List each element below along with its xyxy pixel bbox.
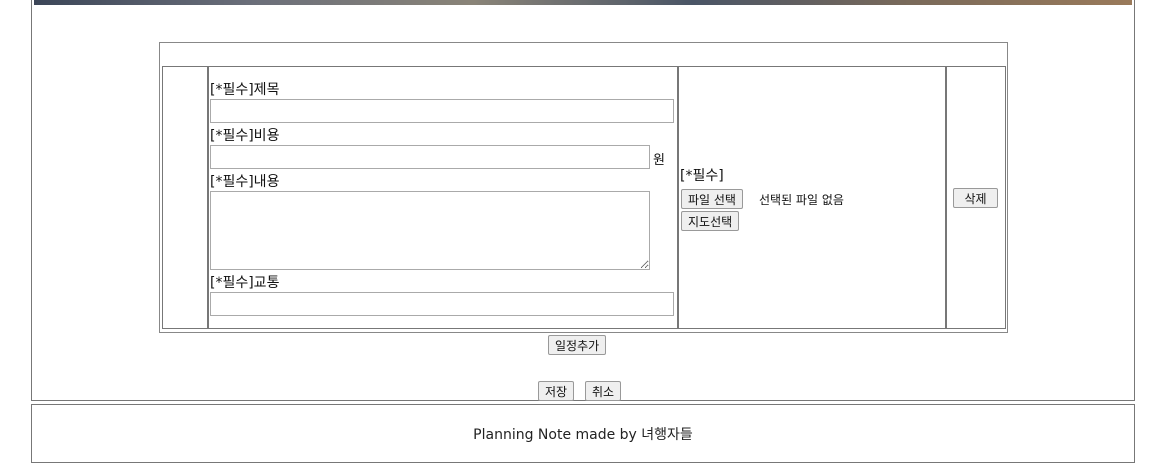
cost-unit-label: 원 [653, 153, 665, 168]
title-input[interactable] [210, 99, 674, 123]
add-schedule-button[interactable]: 일정추가 [548, 335, 607, 355]
no-file-selected-text: 선택된 파일 없음 [759, 193, 844, 207]
file-required-label: [*필수] [680, 168, 724, 184]
transport-label: [*필수]교통 [210, 275, 280, 291]
choose-file-button[interactable]: 파일 선택 [681, 189, 743, 209]
transport-input[interactable] [210, 292, 674, 316]
title-label: [*필수]제목 [210, 82, 280, 98]
save-button[interactable]: 저장 [538, 381, 575, 401]
delete-button[interactable]: 삭제 [953, 188, 998, 208]
footer: Planning Note made by 녀행자들 [31, 404, 1135, 463]
row-number-cell [162, 66, 208, 329]
cost-input[interactable] [210, 145, 650, 169]
cancel-button[interactable]: 취소 [585, 381, 622, 401]
cost-label: [*필수]비용 [210, 128, 280, 144]
footer-text: Planning Note made by 녀행자들 [473, 426, 693, 443]
content-textarea[interactable] [210, 191, 650, 270]
select-map-button[interactable]: 지도선택 [681, 211, 740, 231]
content-label: [*필수]내용 [210, 174, 280, 190]
